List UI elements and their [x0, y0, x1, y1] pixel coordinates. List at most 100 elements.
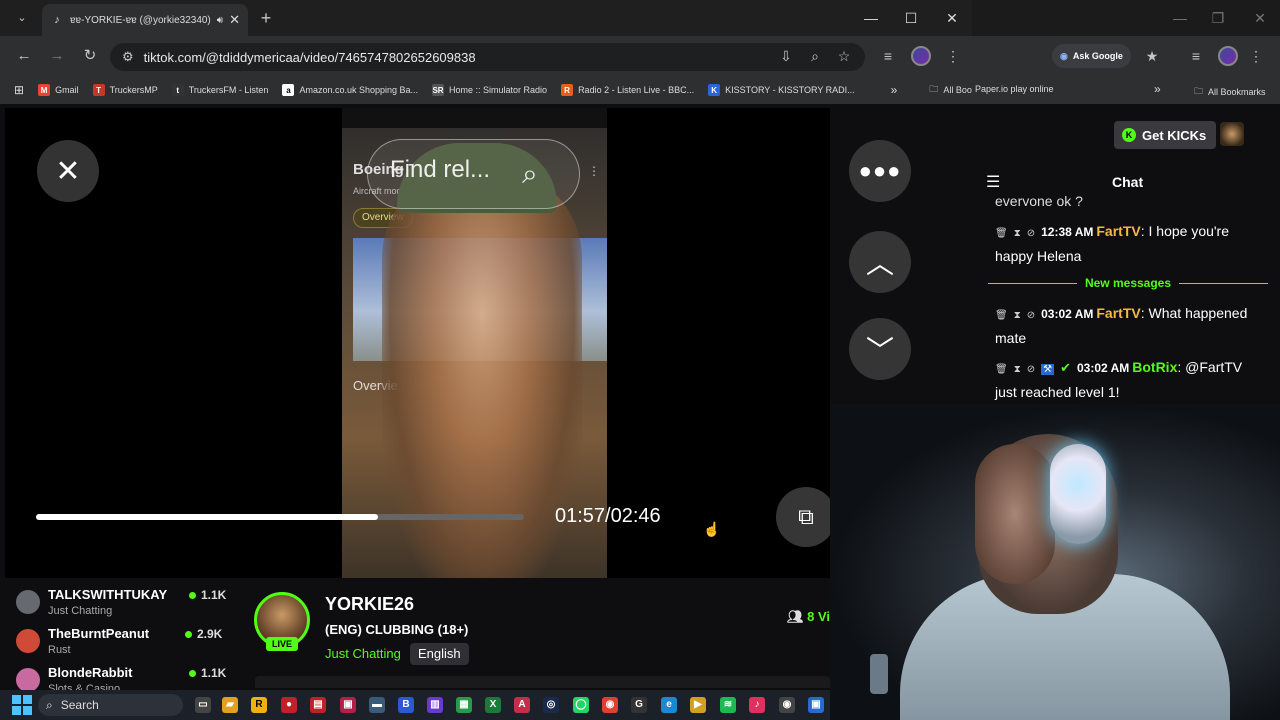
close-video-button[interactable]: ✕ — [37, 140, 99, 202]
chat-username[interactable]: FartTV — [1096, 223, 1140, 239]
back-close-button[interactable]: ✕ — [1248, 8, 1272, 28]
whatsapp-icon[interactable]: ◯ — [573, 697, 589, 713]
zoom-icon[interactable]: ⌕ — [805, 46, 825, 66]
ban-icon[interactable]: ⊘ — [1027, 364, 1035, 375]
truck-icon[interactable]: ▬ — [369, 697, 385, 713]
menu-icon[interactable]: ⋮ — [943, 46, 963, 66]
app-b-icon[interactable]: B — [398, 697, 414, 713]
stream-language-tag[interactable]: English — [410, 643, 469, 665]
bookmark-item[interactable]: SR Home :: Simulator Radio — [432, 84, 547, 96]
ban-icon[interactable]: ⊘ — [1027, 228, 1035, 239]
playback-time: 01:57/02:46 — [555, 505, 661, 527]
delete-icon[interactable]: 🗑︎ — [995, 228, 1008, 239]
site-info-icon[interactable]: ⚙ — [122, 49, 134, 65]
recommended-channel[interactable]: TheBurntPeanut Rust 2.9K — [16, 626, 222, 664]
back-bookmark-star-icon[interactable]: ★ — [1142, 46, 1162, 66]
start-button[interactable] — [12, 695, 32, 715]
address-bar[interactable]: ⚙ tiktok.com/@tdiddymericaa/video/746574… — [110, 43, 865, 71]
stream-category[interactable]: Just Chatting — [325, 646, 401, 661]
delete-icon[interactable]: 🗑︎ — [995, 364, 1008, 375]
recommended-channel[interactable]: TALKSWITHTUKAY Just Chatting 1.1K — [16, 587, 226, 625]
chat-collapse-icon[interactable]: ☰ — [986, 172, 1000, 192]
media-controls-icon[interactable]: ≡ — [878, 46, 898, 66]
back-bookmark-paperio[interactable]: Paper.io play online — [975, 84, 1054, 94]
tiktok-taskbar-icon[interactable]: ♪ — [749, 697, 765, 713]
minimize-button[interactable]: — — [859, 8, 883, 28]
spotify-icon[interactable]: ≋ — [720, 697, 736, 713]
bookmark-item[interactable]: t TruckersFM - Listen — [171, 84, 268, 96]
bookmark-item[interactable]: M Gmail — [38, 84, 79, 96]
youtube-studio-icon[interactable]: ▤ — [310, 697, 326, 713]
speaker-icon[interactable]: 🔊︎ — [217, 15, 223, 26]
card-more-icon: ⋮ — [588, 164, 600, 178]
more-options-button[interactable]: ●●● — [849, 140, 911, 202]
back-minimize-button[interactable]: — — [1168, 8, 1192, 28]
file-explorer-icon[interactable]: ▰ — [222, 697, 238, 713]
tab-active[interactable]: ♪ ɐɐ-YORKIE-ɐɐ (@yorkie32340) | TikTo 🔊︎… — [42, 4, 248, 36]
bookmarks-overflow-icon[interactable]: » — [891, 83, 898, 97]
app-box-icon[interactable]: ▣ — [340, 697, 356, 713]
rockstar-icon[interactable]: R — [251, 697, 267, 713]
back-bookmark-label: Paper.io play online — [975, 84, 1054, 94]
app-a-icon[interactable]: A — [514, 697, 530, 713]
app-blue-icon[interactable]: ▣ — [808, 697, 824, 713]
bookmark-label: TruckersMP — [109, 85, 158, 95]
excel-icon[interactable]: X — [485, 697, 501, 713]
kick-profile-avatar[interactable] — [1220, 122, 1244, 146]
maximize-button[interactable]: ☐ — [899, 8, 923, 28]
channel-viewers-text: 2.9K — [197, 627, 223, 641]
channel-category: Just Chatting — [48, 605, 113, 617]
bookmark-item[interactable]: T TruckersMP — [92, 84, 158, 96]
back-button[interactable]: ← — [14, 46, 34, 66]
bookmark-item[interactable]: R Radio 2 - Listen Live - BBC... — [561, 84, 694, 96]
steam-icon[interactable]: ◎ — [543, 697, 559, 713]
delete-icon[interactable]: 🗑︎ — [995, 310, 1008, 321]
taskbar-search[interactable]: ⌕ Search — [38, 694, 183, 716]
bookmark-favicon-icon: a — [282, 84, 295, 96]
obs-icon[interactable]: ◉ — [779, 697, 795, 713]
chat-username[interactable]: FartTV — [1096, 305, 1140, 321]
tab-close-icon[interactable]: ✕ — [229, 12, 240, 28]
chat-username[interactable]: BotRix — [1132, 359, 1177, 375]
next-video-button[interactable]: ﹀ — [849, 318, 911, 380]
get-kicks-button[interactable]: K Get KICKs — [1114, 121, 1217, 149]
back-all-bookmarks-folder[interactable]: 🗀 All Bookmarks — [1194, 84, 1266, 100]
back-media-icon[interactable]: ≡ — [1186, 46, 1206, 66]
timeout-icon[interactable]: ⧗ — [1014, 364, 1021, 375]
back-menu-icon[interactable]: ⋮ — [1246, 46, 1266, 66]
channel-viewers-text: 1.1K — [201, 588, 227, 602]
reload-button[interactable]: ↻ — [80, 46, 100, 66]
bookmark-item[interactable]: K KISSTORY - KISSTORY RADI... — [708, 84, 855, 96]
picture-in-picture-button[interactable]: ⧉ — [776, 487, 836, 547]
timeout-icon[interactable]: ⧗ — [1014, 228, 1021, 239]
back-bookmarks-overflow-icon[interactable]: » — [1154, 82, 1161, 96]
forward-button[interactable]: → — [47, 46, 67, 66]
back-bookmarks-bar: Paper.io play online » 🗀 All Bookmarks — [972, 76, 1280, 104]
tab-search-icon[interactable]: ⌄ — [12, 8, 32, 28]
timeout-icon[interactable]: ⧗ — [1014, 310, 1021, 321]
install-app-icon[interactable]: ⇩ — [776, 46, 796, 66]
streamer-name[interactable]: YORKIE26 — [325, 594, 414, 615]
profile-avatar[interactable] — [911, 46, 931, 66]
back-maximize-button[interactable]: ❐ — [1206, 8, 1230, 28]
new-tab-button[interactable]: + — [256, 8, 276, 28]
task-view-icon[interactable]: ▭ — [195, 697, 211, 713]
ask-google-button[interactable]: ◉ Ask Google — [1052, 44, 1131, 68]
bookmark-item[interactable]: a Amazon.co.uk Shopping Ba... — [282, 84, 418, 96]
bookmark-favicon-icon: SR — [432, 84, 445, 96]
back-all-bookmarks-label: All Bookmarks — [1208, 87, 1266, 97]
apps-grid-icon[interactable]: ⊞ — [14, 83, 24, 97]
ban-icon[interactable]: ⊘ — [1027, 310, 1035, 321]
edge-icon[interactable]: e — [661, 697, 677, 713]
app-red-icon[interactable]: ● — [281, 697, 297, 713]
back-profile-avatar[interactable] — [1218, 46, 1238, 66]
cam-headset — [1050, 444, 1106, 544]
bookmark-star-icon[interactable]: ☆ — [834, 46, 854, 66]
app-g-icon[interactable]: G — [631, 697, 647, 713]
app-grid-icon[interactable]: ▦ — [456, 697, 472, 713]
close-window-button[interactable]: ✕ — [940, 8, 964, 28]
app-yellow-icon[interactable]: ▶ — [690, 697, 706, 713]
twitch-icon[interactable]: ▥ — [427, 697, 443, 713]
previous-video-button[interactable]: ︿ — [849, 231, 911, 293]
chrome-icon[interactable]: ◉ — [602, 697, 618, 713]
